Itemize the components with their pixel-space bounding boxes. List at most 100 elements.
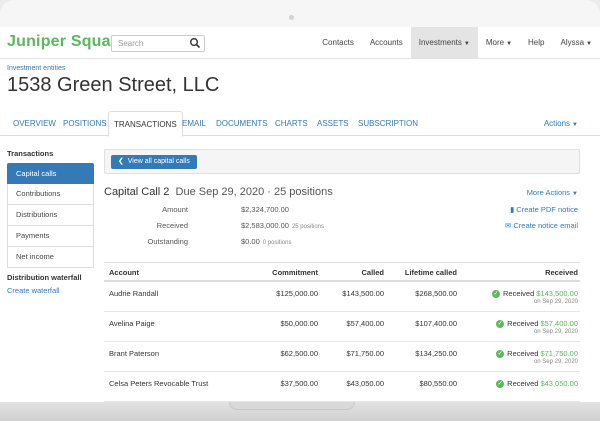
nav-accounts[interactable]: Accounts: [362, 27, 411, 59]
sidebar-heading-transactions: Transactions: [7, 149, 54, 158]
nav-more-label: More: [485, 38, 505, 47]
summary-outstanding-note: 0 positions: [262, 240, 292, 246]
cell-called: $71,750.00: [346, 349, 384, 358]
summary-amount-label: Amount: [162, 205, 188, 214]
create-notice-email-link[interactable]: ✉ Create notice email: [505, 221, 578, 230]
nav-contacts[interactable]: Contacts: [314, 27, 362, 59]
received-status: Received: [503, 289, 535, 298]
camera-dot: [289, 15, 294, 20]
received-status: Received: [507, 319, 539, 328]
cell-received: ✓ Received $57,400.00: [496, 319, 578, 328]
device-notch: [229, 402, 355, 410]
nav-help-label: Help: [528, 38, 545, 47]
col-received[interactable]: Received: [545, 268, 578, 277]
received-amount: $143,500.00: [536, 289, 578, 298]
document-icon: ▮: [510, 205, 515, 214]
breadcrumb-investment-entities[interactable]: Investment entities: [7, 65, 65, 72]
check-circle-icon: ✓: [496, 349, 505, 358]
cell-lifetime: $80,550.00: [419, 379, 457, 388]
cell-received: ✓ Received $43,050.00: [496, 379, 578, 388]
nav-more[interactable]: More ▼: [478, 27, 520, 59]
table-row[interactable]: Audrie Randall $125,000.00 $143,500.00 $…: [104, 282, 580, 312]
cell-lifetime: $268,500.00: [415, 289, 457, 298]
cell-received: ✓ Received $71,750.00: [496, 349, 578, 358]
cell-commitment: $62,500.00: [280, 349, 318, 358]
tab-overview[interactable]: OVERVIEW: [13, 111, 56, 136]
capital-calls-toolbar: ❮ View all capital calls: [104, 149, 580, 174]
cell-account: Brant Paterson: [109, 349, 160, 358]
summary-amount-value: $2,324,700.00: [241, 205, 289, 214]
summary-outstanding-value: $0.00 0 positions: [241, 237, 291, 246]
more-actions-dropdown[interactable]: More Actions ▼: [527, 188, 578, 197]
tab-charts[interactable]: CHARTS: [275, 111, 308, 136]
table-row[interactable]: Celsa Peters Revocable Trust $37,500.00 …: [104, 372, 580, 402]
col-lifetime-called[interactable]: Lifetime called: [405, 268, 457, 277]
capital-call-heading: Capital Call 2 Due Sep 29, 2020 · 25 pos…: [104, 186, 333, 198]
sidebar-item-distributions[interactable]: Distributions: [7, 205, 94, 226]
cell-received: ✓ Received $143,500.00: [492, 289, 578, 298]
app-screen: Juniper Square Contacts Accounts Investm…: [0, 27, 600, 402]
nav-user-menu[interactable]: Alyssa ▼: [552, 27, 600, 59]
sidebar-item-contributions[interactable]: Contributions: [7, 184, 94, 205]
check-circle-icon: ✓: [492, 289, 500, 298]
nav-help[interactable]: Help: [520, 27, 552, 59]
summary-received-note: 25 positions: [291, 224, 324, 230]
chevron-down-icon: ▼: [586, 41, 592, 47]
sidebar-item-payments[interactable]: Payments: [7, 226, 94, 247]
create-pdf-notice-link[interactable]: ▮ Create PDF notice: [510, 205, 578, 214]
nav-links: Contacts Accounts Investments ▼ More ▼ Hel…: [314, 27, 600, 59]
col-called[interactable]: Called: [361, 268, 384, 277]
received-date: on Sep 29, 2020: [533, 299, 578, 305]
cell-called: $57,400.00: [346, 319, 384, 328]
view-all-capital-calls-button[interactable]: ❮ View all capital calls: [111, 155, 197, 169]
table-row[interactable]: Brant Paterson $62,500.00 $71,750.00 $13…: [104, 342, 580, 372]
cell-account: Audrie Randall: [109, 289, 159, 298]
tab-positions[interactable]: POSITIONS: [63, 111, 107, 136]
tab-documents[interactable]: DOCUMENTS: [216, 111, 268, 136]
sidebar-list: Capital calls Contributions Distribution…: [7, 163, 94, 268]
sidebar-heading-waterfall: Distribution waterfall: [7, 273, 82, 282]
create-waterfall-link[interactable]: Create waterfall: [7, 286, 60, 295]
sidebar-item-net-income[interactable]: Net income: [7, 247, 94, 268]
check-circle-icon: ✓: [496, 319, 505, 328]
nav-investments-label: Investments: [418, 38, 462, 47]
chevron-down-icon: ▼: [463, 41, 470, 47]
received-date: on Sep 29, 2020: [533, 359, 578, 365]
chevron-down-icon: ▼: [572, 122, 578, 128]
received-date: on Sep 29, 2020: [533, 329, 578, 335]
received-amount: $43,050.00: [540, 379, 578, 388]
col-account[interactable]: Account: [109, 268, 139, 277]
tab-subscription[interactable]: SUBSCRIPTION: [358, 111, 418, 136]
nav-investments[interactable]: Investments ▼: [410, 27, 478, 59]
cell-lifetime: $134,250.00: [415, 349, 457, 358]
brand-logo[interactable]: Juniper Square: [7, 33, 126, 51]
sidebar-item-capital-calls[interactable]: Capital calls: [7, 163, 94, 184]
create-email-label: Create notice email: [513, 221, 578, 230]
received-amount: $71,750.00: [540, 349, 578, 358]
cell-lifetime: $107,400.00: [415, 319, 457, 328]
create-pdf-label: Create PDF notice: [516, 205, 578, 214]
tab-transactions[interactable]: TRANSACTIONS: [108, 111, 183, 137]
tab-assets[interactable]: ASSETS: [317, 111, 349, 136]
more-actions-label: More Actions: [526, 188, 571, 197]
received-status: Received: [507, 379, 539, 388]
chevron-down-icon: ▼: [572, 191, 578, 197]
cell-commitment: $37,500.00: [280, 379, 318, 388]
received-status: Received: [507, 349, 539, 358]
check-circle-icon: ✓: [496, 379, 505, 388]
nav-user-label: Alyssa: [560, 38, 585, 47]
actions-dropdown[interactable]: Actions ▼: [544, 111, 578, 138]
nav-accounts-label: Accounts: [369, 38, 403, 47]
table-row[interactable]: Avelina Paige $50,000.00 $57,400.00 $107…: [104, 312, 580, 342]
view-all-label: View all capital calls: [127, 158, 190, 165]
summary-amount-text: $2,324,700.00: [241, 205, 289, 214]
chevron-down-icon: ▼: [506, 41, 513, 47]
envelope-icon: ✉: [504, 221, 512, 230]
summary-received-value: $2,583,000.00 25 positions: [241, 221, 324, 230]
search-icon[interactable]: [189, 37, 201, 49]
tab-email[interactable]: EMAIL: [182, 111, 206, 136]
col-commitment[interactable]: Commitment: [272, 268, 318, 277]
chevron-left-icon: ❮: [118, 158, 124, 165]
page-title: 1538 Green Street, LLC: [7, 74, 220, 96]
actions-label: Actions: [543, 119, 571, 128]
